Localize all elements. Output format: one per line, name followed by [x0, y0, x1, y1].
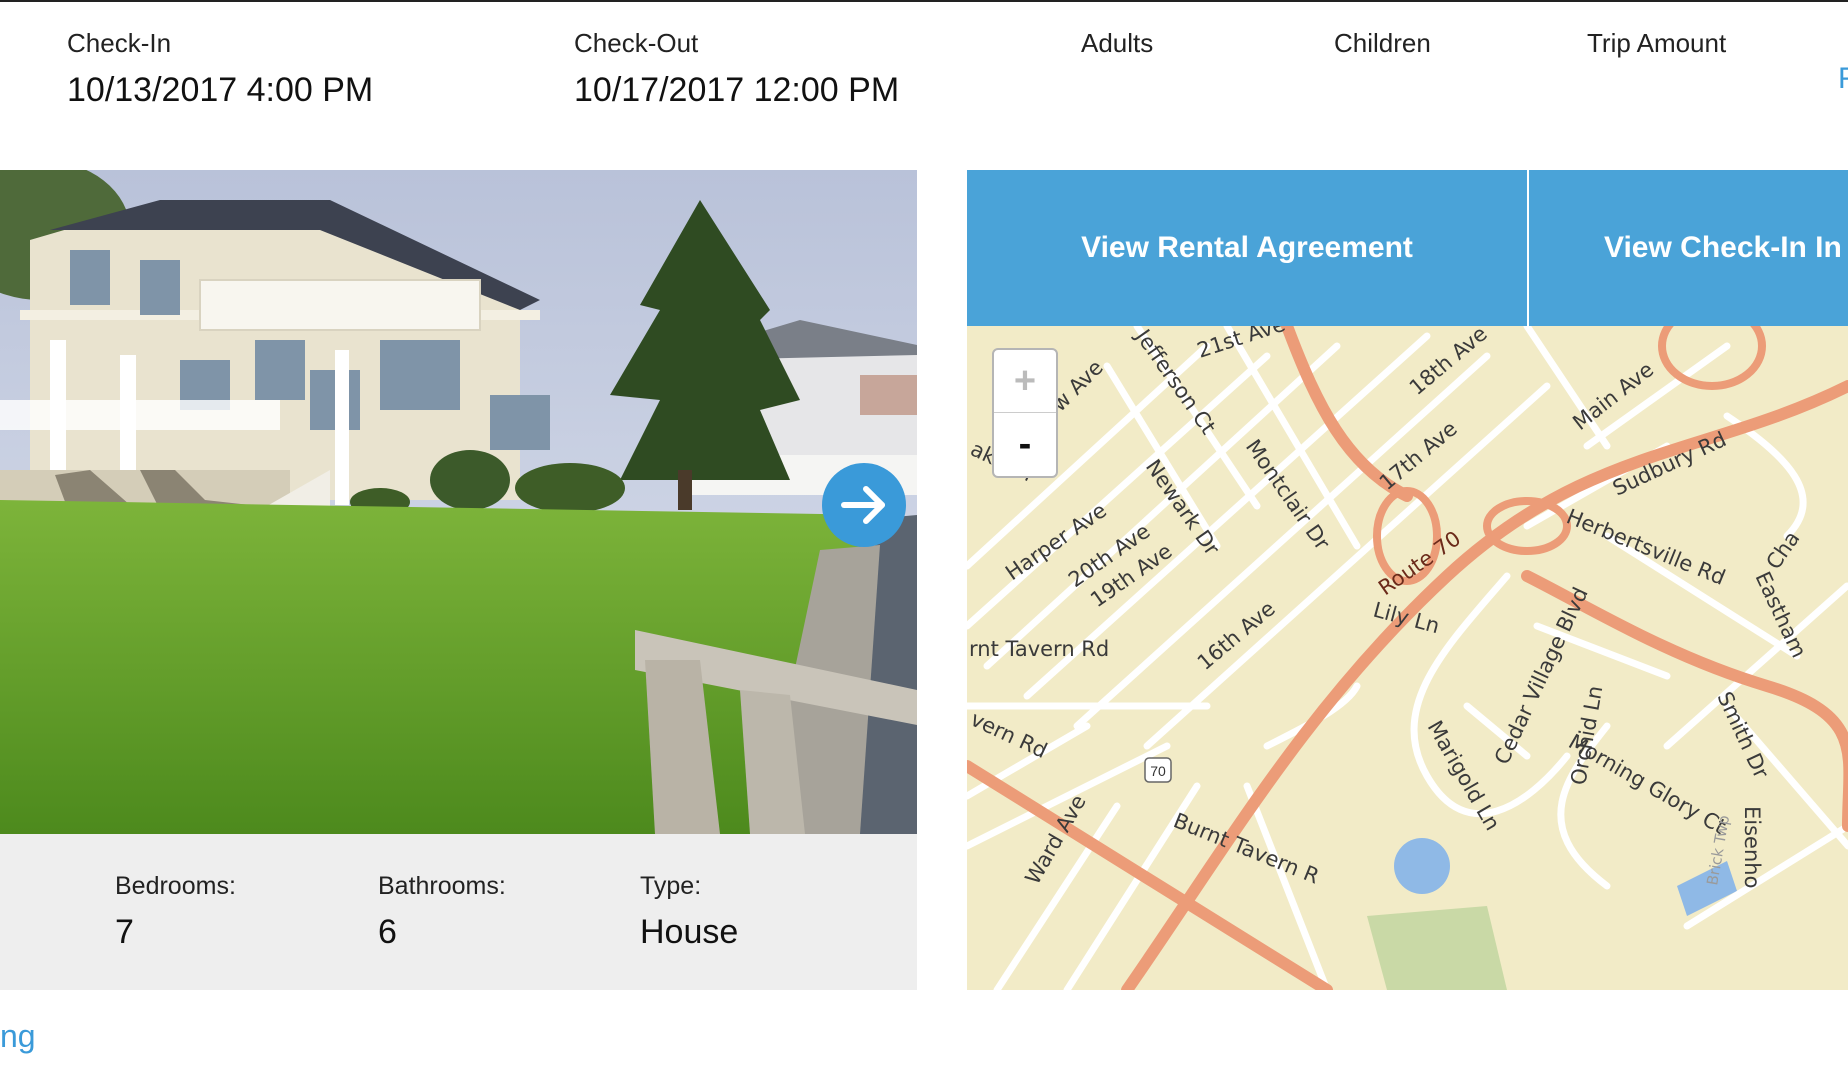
zoom-out-button[interactable]: -: [994, 413, 1056, 475]
map-label: rnt Tavern Rd: [969, 637, 1109, 661]
zoom-control: + -: [992, 348, 1058, 478]
property-photo: [0, 170, 917, 834]
arrow-right-icon: [841, 486, 885, 524]
adults-label: Adults: [1081, 28, 1154, 58]
bedrooms-value: 7: [115, 913, 134, 951]
zoom-in-button[interactable]: +: [994, 350, 1056, 413]
bathrooms-label: Bathrooms:: [378, 872, 506, 900]
check-in-label: Check-In: [67, 28, 172, 58]
type-label: Type:: [640, 872, 702, 900]
action-bar: View Rental Agreement View Check-In In: [967, 170, 1848, 326]
clipped-bottom-link[interactable]: ng: [0, 1018, 36, 1055]
map-label: Eisenho: [1740, 806, 1764, 888]
trip-amount-field: Trip Amount: [1587, 28, 1726, 59]
top-border: [0, 0, 1848, 2]
type-value: House: [640, 913, 739, 951]
children-label: Children: [1334, 28, 1431, 58]
view-check-in-info-button[interactable]: View Check-In In: [1529, 170, 1848, 326]
bedrooms-label: Bedrooms:: [115, 872, 236, 900]
adults-field: Adults: [1081, 28, 1153, 59]
children-field: Children: [1334, 28, 1431, 59]
bedrooms-detail: Bedrooms: 7: [115, 872, 236, 952]
check-out-value: 10/17/2017 12:00 PM: [574, 71, 900, 109]
clipped-link[interactable]: F: [1838, 62, 1848, 96]
bathrooms-detail: Bathrooms: 6: [378, 872, 506, 952]
property-photo-illustration: [0, 170, 917, 834]
property-details: Bedrooms: 7 Bathrooms: 6 Type: House: [0, 834, 917, 990]
type-detail: Type: House: [640, 872, 738, 952]
trip-amount-label: Trip Amount: [1587, 28, 1727, 58]
bathrooms-value: 6: [378, 913, 397, 951]
view-rental-agreement-button[interactable]: View Rental Agreement: [967, 170, 1527, 326]
check-in-value: 10/13/2017 4:00 PM: [67, 71, 374, 109]
location-map[interactable]: 21st Ave Jefferson Ct 18th Ave Main Ave …: [967, 326, 1848, 990]
map-tiles: 21st Ave Jefferson Ct 18th Ave Main Ave …: [967, 326, 1848, 990]
check-out-label: Check-Out: [574, 28, 699, 58]
next-photo-button[interactable]: [822, 463, 906, 547]
check-out-field: Check-Out 10/17/2017 12:00 PM: [574, 28, 899, 110]
route-shield-label: 70: [1150, 763, 1166, 779]
check-in-field: Check-In 10/13/2017 4:00 PM: [67, 28, 373, 110]
